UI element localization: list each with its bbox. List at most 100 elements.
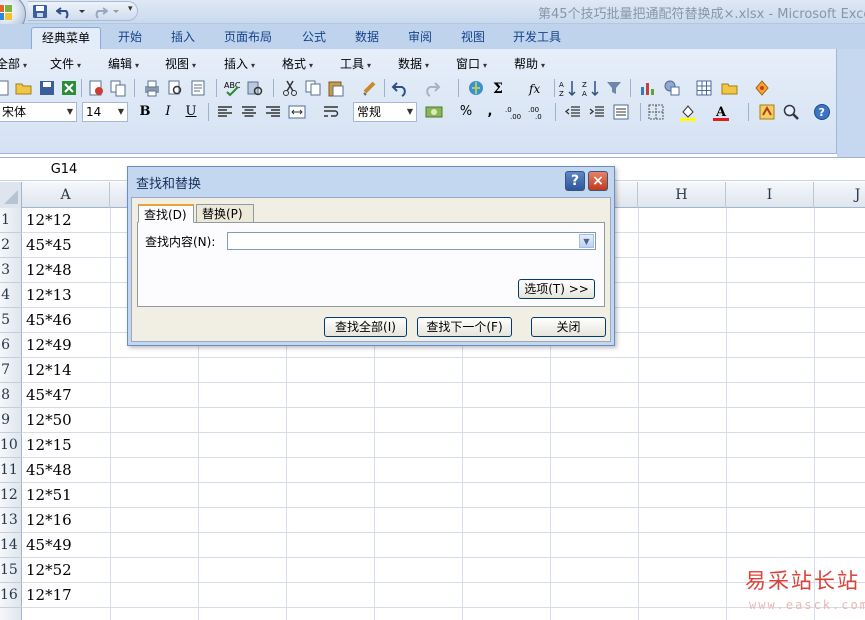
align-right-icon[interactable]	[263, 102, 283, 122]
sort-descending-icon[interactable]: ZA	[581, 78, 601, 98]
save-icon[interactable]	[37, 78, 57, 98]
align-left-icon[interactable]	[215, 102, 235, 122]
tab-data[interactable]: 数据	[345, 27, 389, 49]
row-header[interactable]: 12	[0, 483, 22, 508]
cell-alignment-icon[interactable]	[611, 102, 631, 122]
folder-icon[interactable]	[720, 78, 740, 98]
sort-ascending-icon[interactable]: AZ	[558, 78, 578, 98]
menu-window[interactable]: 窗口 ▾	[456, 55, 487, 72]
styles-icon[interactable]	[757, 102, 777, 122]
number-format-select[interactable]: 常规 ▼	[353, 102, 417, 122]
font-size-select[interactable]: 14 ▼	[82, 102, 128, 122]
tab-formulas[interactable]: 公式	[292, 27, 336, 49]
menu-tools[interactable]: 工具 ▾	[340, 55, 371, 72]
zoom-icon[interactable]	[781, 102, 801, 122]
dialog-help-button[interactable]: ?	[565, 171, 585, 191]
row-header[interactable]: 10	[0, 433, 22, 458]
cell-a[interactable]: 45*46	[26, 308, 72, 333]
tab-developer[interactable]: 开发工具	[505, 27, 569, 49]
help-icon[interactable]: ?	[812, 102, 832, 122]
filter-icon[interactable]	[604, 78, 624, 98]
copy-format-icon[interactable]	[108, 78, 128, 98]
font-name-select[interactable]: 宋体 ▼	[0, 102, 77, 122]
decrease-indent-icon[interactable]	[563, 102, 583, 122]
find-what-input[interactable]: ▼	[227, 232, 596, 250]
print-preview-icon[interactable]	[165, 78, 185, 98]
menu-insert[interactable]: 插入 ▾	[224, 55, 255, 72]
open-icon[interactable]	[14, 78, 34, 98]
tab-find[interactable]: 查找(D)	[138, 204, 194, 223]
cell-a[interactable]: 45*48	[26, 458, 72, 483]
row-header[interactable]: 11	[0, 458, 22, 483]
undo-icon[interactable]	[390, 78, 410, 98]
tab-replace[interactable]: 替换(P)	[196, 204, 254, 223]
cut-icon[interactable]	[280, 78, 300, 98]
cell-a[interactable]: 12*15	[26, 433, 72, 458]
autosum-icon[interactable]: Σ	[490, 78, 510, 98]
menu-view[interactable]: 视图 ▾	[165, 55, 196, 72]
row-header[interactable]: 5	[0, 308, 22, 333]
borders-icon[interactable]	[646, 102, 666, 122]
column-header-j[interactable]: J	[814, 182, 865, 208]
page-setup-icon[interactable]	[188, 78, 208, 98]
new-icon[interactable]	[0, 78, 12, 98]
row-header[interactable]: 3	[0, 258, 22, 283]
font-color-icon[interactable]: A	[711, 102, 731, 122]
tab-classic-menu[interactable]: 经典菜单	[31, 27, 101, 49]
column-header-i[interactable]: I	[726, 182, 814, 208]
row-header[interactable]: 1	[0, 208, 22, 233]
wrap-text-icon[interactable]	[321, 102, 341, 122]
menu-data[interactable]: 数据 ▾	[398, 55, 429, 72]
cell-a[interactable]: 45*45	[26, 233, 72, 258]
italic-button[interactable]: I	[158, 102, 178, 122]
menu-all[interactable]: 全部 ▾	[0, 55, 27, 72]
menu-help[interactable]: 帮助 ▾	[514, 55, 545, 72]
row-header[interactable]: 14	[0, 533, 22, 558]
currency-icon[interactable]	[424, 102, 444, 122]
bold-button[interactable]: B	[135, 102, 155, 122]
tab-home[interactable]: 开始	[108, 27, 152, 49]
copy-icon[interactable]	[303, 78, 323, 98]
research-icon[interactable]	[245, 78, 265, 98]
chart-icon[interactable]	[638, 78, 658, 98]
row-header[interactable]: 13	[0, 508, 22, 533]
fill-color-icon[interactable]	[678, 102, 698, 122]
increase-indent-icon[interactable]	[587, 102, 607, 122]
cell-a[interactable]: 12*17	[26, 583, 72, 608]
drawing-icon[interactable]	[662, 78, 682, 98]
tab-page-layout[interactable]: 页面布局	[216, 27, 280, 49]
align-center-icon[interactable]	[239, 102, 259, 122]
cell-a[interactable]: 12*48	[26, 258, 72, 283]
tab-review[interactable]: 审阅	[398, 27, 442, 49]
hyperlink-icon[interactable]	[466, 78, 486, 98]
tab-view[interactable]: 视图	[451, 27, 495, 49]
options-button[interactable]: 选项(T) >>	[518, 279, 595, 299]
cell-a[interactable]: 12*13	[26, 283, 72, 308]
insert-function-icon[interactable]: fx	[527, 78, 547, 98]
row-header[interactable]: 15	[0, 558, 22, 583]
menu-edit[interactable]: 编辑 ▾	[108, 55, 139, 72]
menu-file[interactable]: 文件 ▾	[50, 55, 81, 72]
save-icon[interactable]	[32, 4, 50, 19]
cell-a[interactable]: 45*49	[26, 533, 72, 558]
row-header[interactable]: 16	[0, 583, 22, 608]
find-all-button[interactable]: 查找全部(I)	[324, 317, 407, 337]
select-all-corner[interactable]	[0, 182, 22, 208]
column-header-h[interactable]: H	[638, 182, 726, 208]
underline-button[interactable]: U	[181, 102, 201, 122]
undo-icon[interactable]	[55, 4, 74, 19]
redo-icon[interactable]	[90, 4, 109, 19]
row-header[interactable]: 9	[0, 408, 22, 433]
decrease-decimal-icon[interactable]: .00.0	[527, 102, 547, 122]
row-header[interactable]: 7	[0, 358, 22, 383]
cell-a[interactable]: 12*12	[26, 208, 72, 233]
cell-a[interactable]: 12*14	[26, 358, 72, 383]
row-header[interactable]: 2	[0, 233, 22, 258]
dialog-close-button[interactable]: ×	[588, 171, 608, 191]
find-next-button[interactable]: 查找下一个(F)	[417, 317, 512, 337]
row-header[interactable]: 8	[0, 383, 22, 408]
row-header[interactable]: 6	[0, 333, 22, 358]
permission-icon[interactable]	[86, 78, 106, 98]
merge-center-icon[interactable]	[287, 102, 307, 122]
find-history-dropdown-icon[interactable]: ▼	[579, 234, 594, 248]
